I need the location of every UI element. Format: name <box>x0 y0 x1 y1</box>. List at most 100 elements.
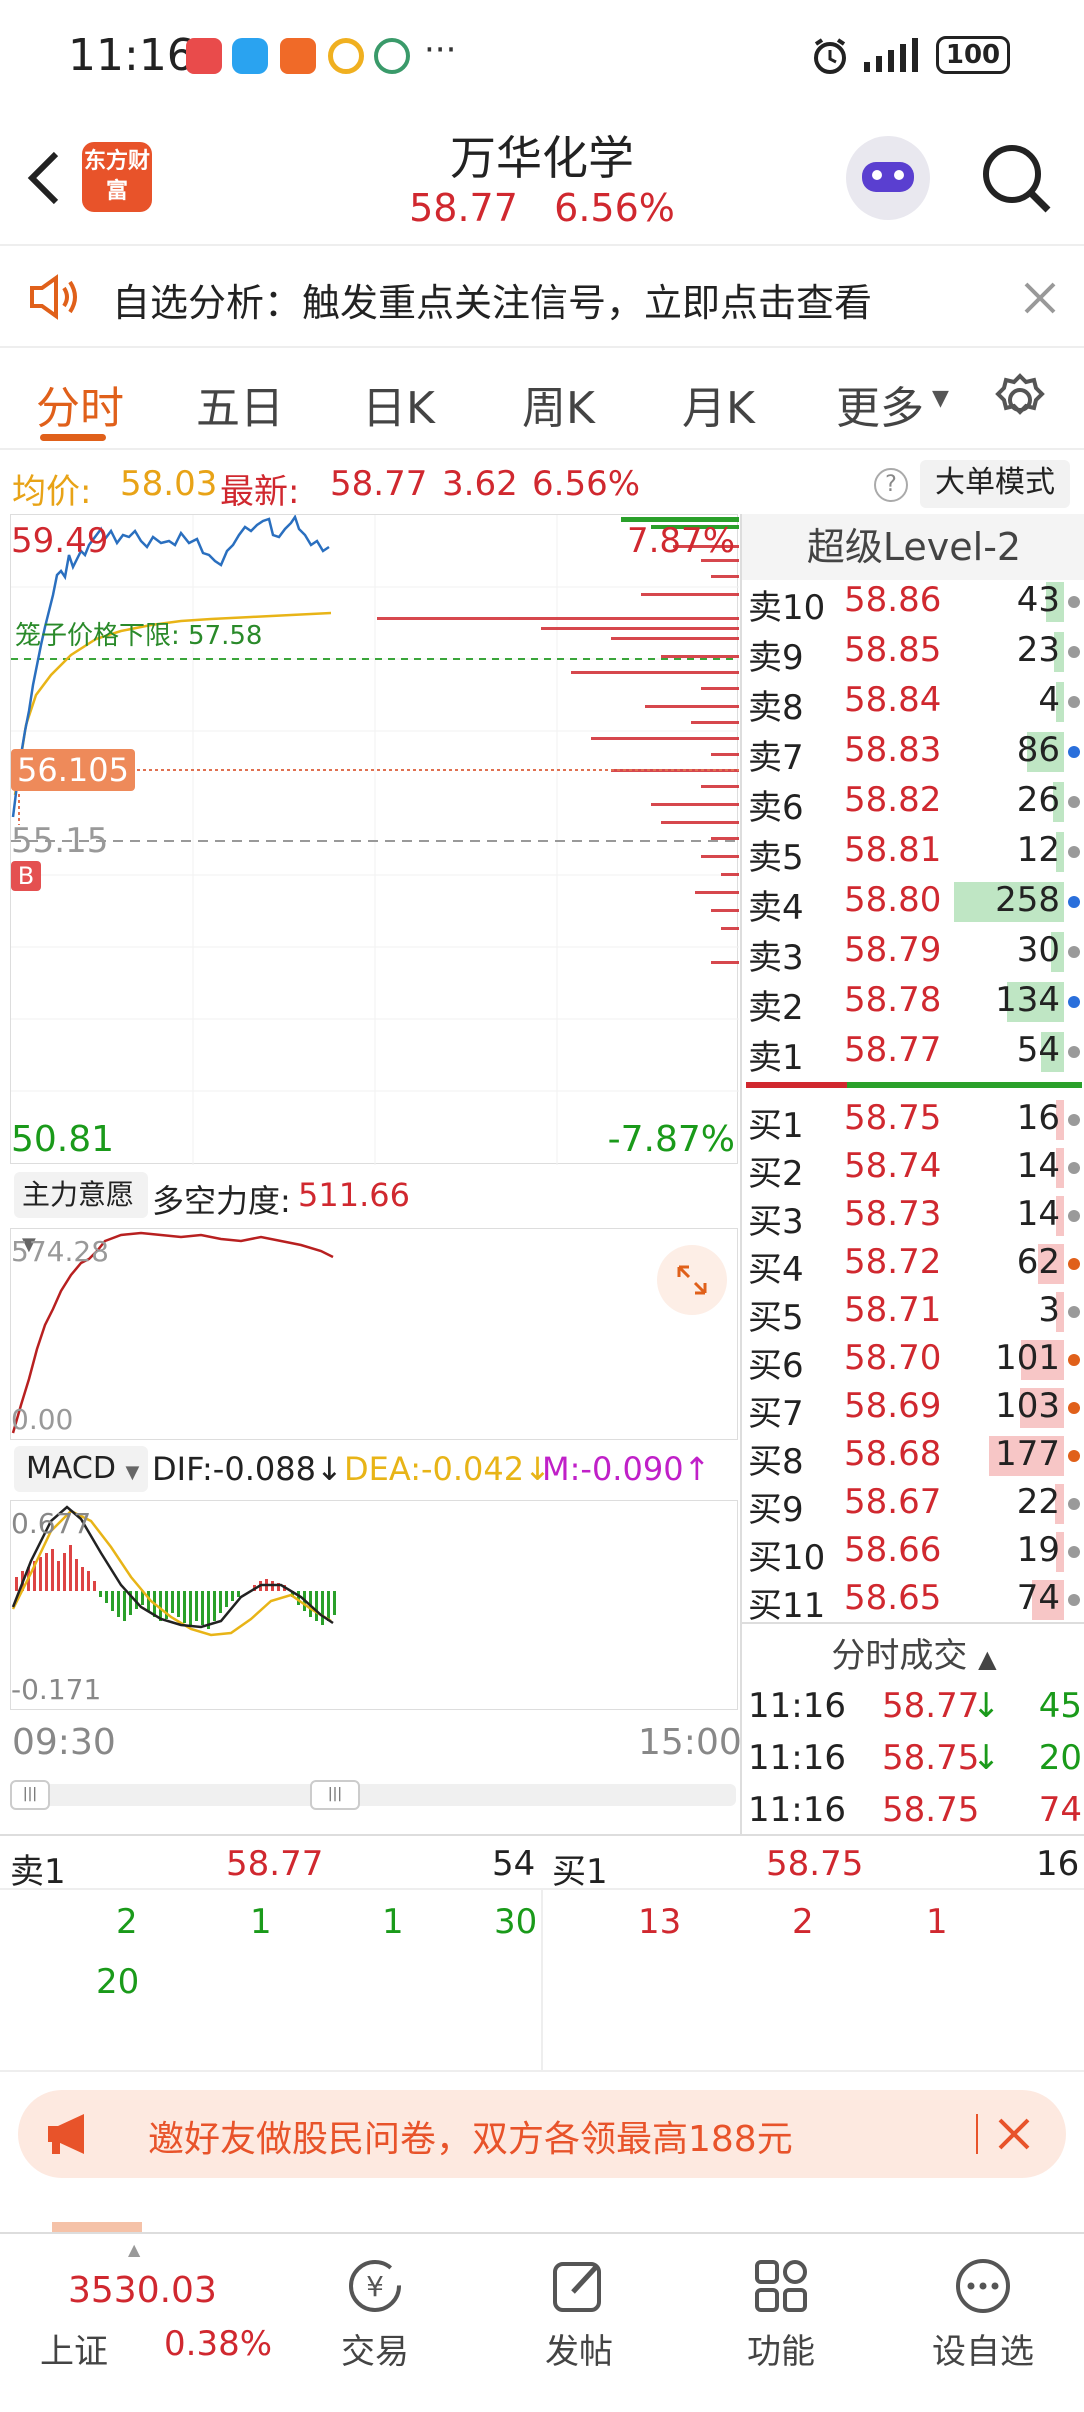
ask-level-row[interactable]: 卖6 58.82 26 <box>742 780 1084 828</box>
bid-level-price: 58.66 <box>844 1530 942 1570</box>
bid-level-row[interactable]: 买10 58.66 19 <box>742 1530 1084 1578</box>
change-pct: 6.56% <box>532 464 641 504</box>
bid-level-row[interactable]: 买8 58.68 177 <box>742 1434 1084 1482</box>
ask-level-row[interactable]: 卖4 58.80 258 <box>742 880 1084 928</box>
ask-level-row[interactable]: 卖2 58.78 134 <box>742 980 1084 1028</box>
order-dot-icon <box>1068 1114 1080 1126</box>
ask-level-volume: 134 <box>995 980 1060 1020</box>
ask-level-label: 卖6 <box>748 788 804 828</box>
bid-level-price: 58.68 <box>844 1434 942 1474</box>
bid-level-label: 买4 <box>748 1250 804 1290</box>
nav-functions[interactable]: 功能 <box>716 2256 846 2373</box>
chevron-down-icon: ▼ <box>125 1462 140 1483</box>
ask-level-price: 58.79 <box>844 930 942 970</box>
macd-bottom-value: -0.171 <box>11 1673 102 1706</box>
indicator1-top-value: 574.28 <box>11 1235 109 1268</box>
ask-level-row[interactable]: 卖5 58.81 12 <box>742 830 1084 878</box>
indicator1-bottom-value: 0.00 <box>11 1403 74 1436</box>
expand-icon[interactable] <box>657 1245 727 1315</box>
close-icon[interactable] <box>996 2116 1032 2152</box>
bid-level-label: 买5 <box>748 1298 804 1338</box>
grid-icon <box>755 2260 807 2312</box>
nav-add-watchlist-label: 设自选 <box>932 2332 1034 2372</box>
macd-chart[interactable]: 0.677 -0.171 <box>10 1500 738 1710</box>
close-icon[interactable] <box>1022 280 1058 316</box>
ask-level-price: 58.80 <box>844 880 942 920</box>
tab-weekly-k[interactable]: 周K <box>522 372 595 436</box>
bid-level-price: 58.73 <box>844 1194 942 1234</box>
macd-select[interactable]: MACD ▼ <box>14 1446 148 1492</box>
queue-bid-volume: 16 <box>1036 1844 1080 1884</box>
bid-level-row[interactable]: 买2 58.74 14 <box>742 1146 1084 1194</box>
notice-text: 自选分析：触发重点关注信号，立即点击查看 <box>112 281 873 325</box>
promo-banner[interactable]: 邀好友做股民问卷，双方各领最高188元 <box>18 2090 1066 2178</box>
ask-level-volume: 4 <box>1038 680 1060 720</box>
chart-high-price: 59.49 <box>11 521 109 561</box>
tab-more[interactable]: 更多 <box>836 372 924 436</box>
intraday-chart[interactable]: 59.49 7.87% 笼子价格下限: 57.58 56.105 55.15 B… <box>10 514 739 1165</box>
bid-level-volume: 62 <box>1016 1242 1060 1282</box>
edit-icon <box>553 2262 601 2312</box>
queue-bid-label: 买1 <box>552 1852 608 1892</box>
bid-level-row[interactable]: 买6 58.70 101 <box>742 1338 1084 1386</box>
gear-icon[interactable] <box>992 372 1048 428</box>
notice-bar[interactable]: 自选分析：触发重点关注信号，立即点击查看 <box>0 244 1084 348</box>
market-index-widget[interactable]: ▲ 3530.03 上证 0.38% <box>0 2234 272 2412</box>
bid-level-row[interactable]: 买3 58.73 14 <box>742 1194 1084 1242</box>
bid-level-row[interactable]: 买11 58.65 74 <box>742 1578 1084 1626</box>
help-icon[interactable]: ? <box>874 468 908 502</box>
search-icon[interactable] <box>978 140 1054 216</box>
order-dot-icon <box>1068 846 1080 858</box>
nav-add-watchlist[interactable]: 设自选 <box>918 2256 1048 2373</box>
ask-queue-orders: 2 1 1 30 20 <box>0 1890 540 2070</box>
trades-title[interactable]: 分时成交 ▲ <box>742 1628 1084 1677</box>
avg-price-value: 58.03 <box>120 464 218 504</box>
chart-high-pct: 7.87% <box>626 521 735 561</box>
bid-level-row[interactable]: 买9 58.67 22 <box>742 1482 1084 1530</box>
bid-level-row[interactable]: 买1 58.75 16 <box>742 1098 1084 1146</box>
trade-row: 11:16 58.77 ↓ 45 <box>742 1686 1084 1734</box>
bid-level-volume: 16 <box>1016 1098 1060 1138</box>
bid-level-row[interactable]: 买7 58.69 103 <box>742 1386 1084 1434</box>
ask-level-price: 58.78 <box>844 980 942 1020</box>
time-range-scrollbar[interactable]: ||| ||| <box>10 1780 736 1810</box>
macd-canvas <box>11 1505 336 1637</box>
queue-ask-label: 卖1 <box>10 1852 66 1892</box>
ask-level-row[interactable]: 卖3 58.79 30 <box>742 930 1084 978</box>
macd-dif: DIF:-0.088↓ <box>152 1450 343 1488</box>
trade-volume: 45 <box>1038 1686 1082 1726</box>
alarm-icon <box>814 38 846 74</box>
range-left-handle[interactable]: ||| <box>10 1780 50 1810</box>
ask-level-row[interactable]: 卖8 58.84 4 <box>742 680 1084 728</box>
order-dot-icon <box>1068 696 1080 708</box>
bid-level-row[interactable]: 买5 58.71 3 <box>742 1290 1084 1338</box>
bid-level-volume: 103 <box>995 1386 1060 1426</box>
tab-monthly-k[interactable]: 月K <box>682 372 755 436</box>
nav-post[interactable]: 发帖 <box>514 2256 644 2373</box>
range-right-handle[interactable]: ||| <box>310 1780 360 1810</box>
ask-level-row[interactable]: 卖7 58.83 86 <box>742 730 1084 778</box>
ask-level-row[interactable]: 卖1 58.77 54 <box>742 1030 1084 1078</box>
intraday-chart-canvas <box>11 515 739 1165</box>
nav-trade[interactable]: ¥ 交易 <box>310 2256 440 2373</box>
header-change-pct: 6.56% <box>554 186 675 230</box>
level2-title[interactable]: 超级Level-2 <box>742 514 1084 580</box>
time-end-label: 15:00 <box>638 1722 742 1763</box>
tab-five-day[interactable]: 五日 <box>196 372 284 436</box>
indicator1-chart[interactable]: 574.28 0.00 <box>10 1228 738 1440</box>
tab-daily-k[interactable]: 日K <box>362 372 435 436</box>
tab-intraday[interactable]: 分时 <box>36 372 124 436</box>
trade-price: 58.75 <box>882 1738 980 1778</box>
ask-level-label: 卖4 <box>748 888 804 928</box>
bid-level-volume: 22 <box>1016 1482 1060 1522</box>
bid-level-row[interactable]: 买4 58.72 62 <box>742 1242 1084 1290</box>
big-order-mode-button[interactable]: 大单模式 <box>920 460 1070 508</box>
trade-time: 11:16 <box>748 1686 846 1726</box>
ask-level-volume: 12 <box>1016 830 1060 870</box>
macd-top-value: 0.677 <box>11 1507 92 1540</box>
ask-level-row[interactable]: 卖9 58.85 23 <box>742 630 1084 678</box>
ask-level-row[interactable]: 卖10 58.86 43 <box>742 580 1084 628</box>
robot-assistant-avatar[interactable] <box>846 136 930 220</box>
bid-level-volume: 177 <box>995 1434 1060 1474</box>
indicator1-select[interactable]: 主力意愿 ▼ <box>14 1172 148 1255</box>
